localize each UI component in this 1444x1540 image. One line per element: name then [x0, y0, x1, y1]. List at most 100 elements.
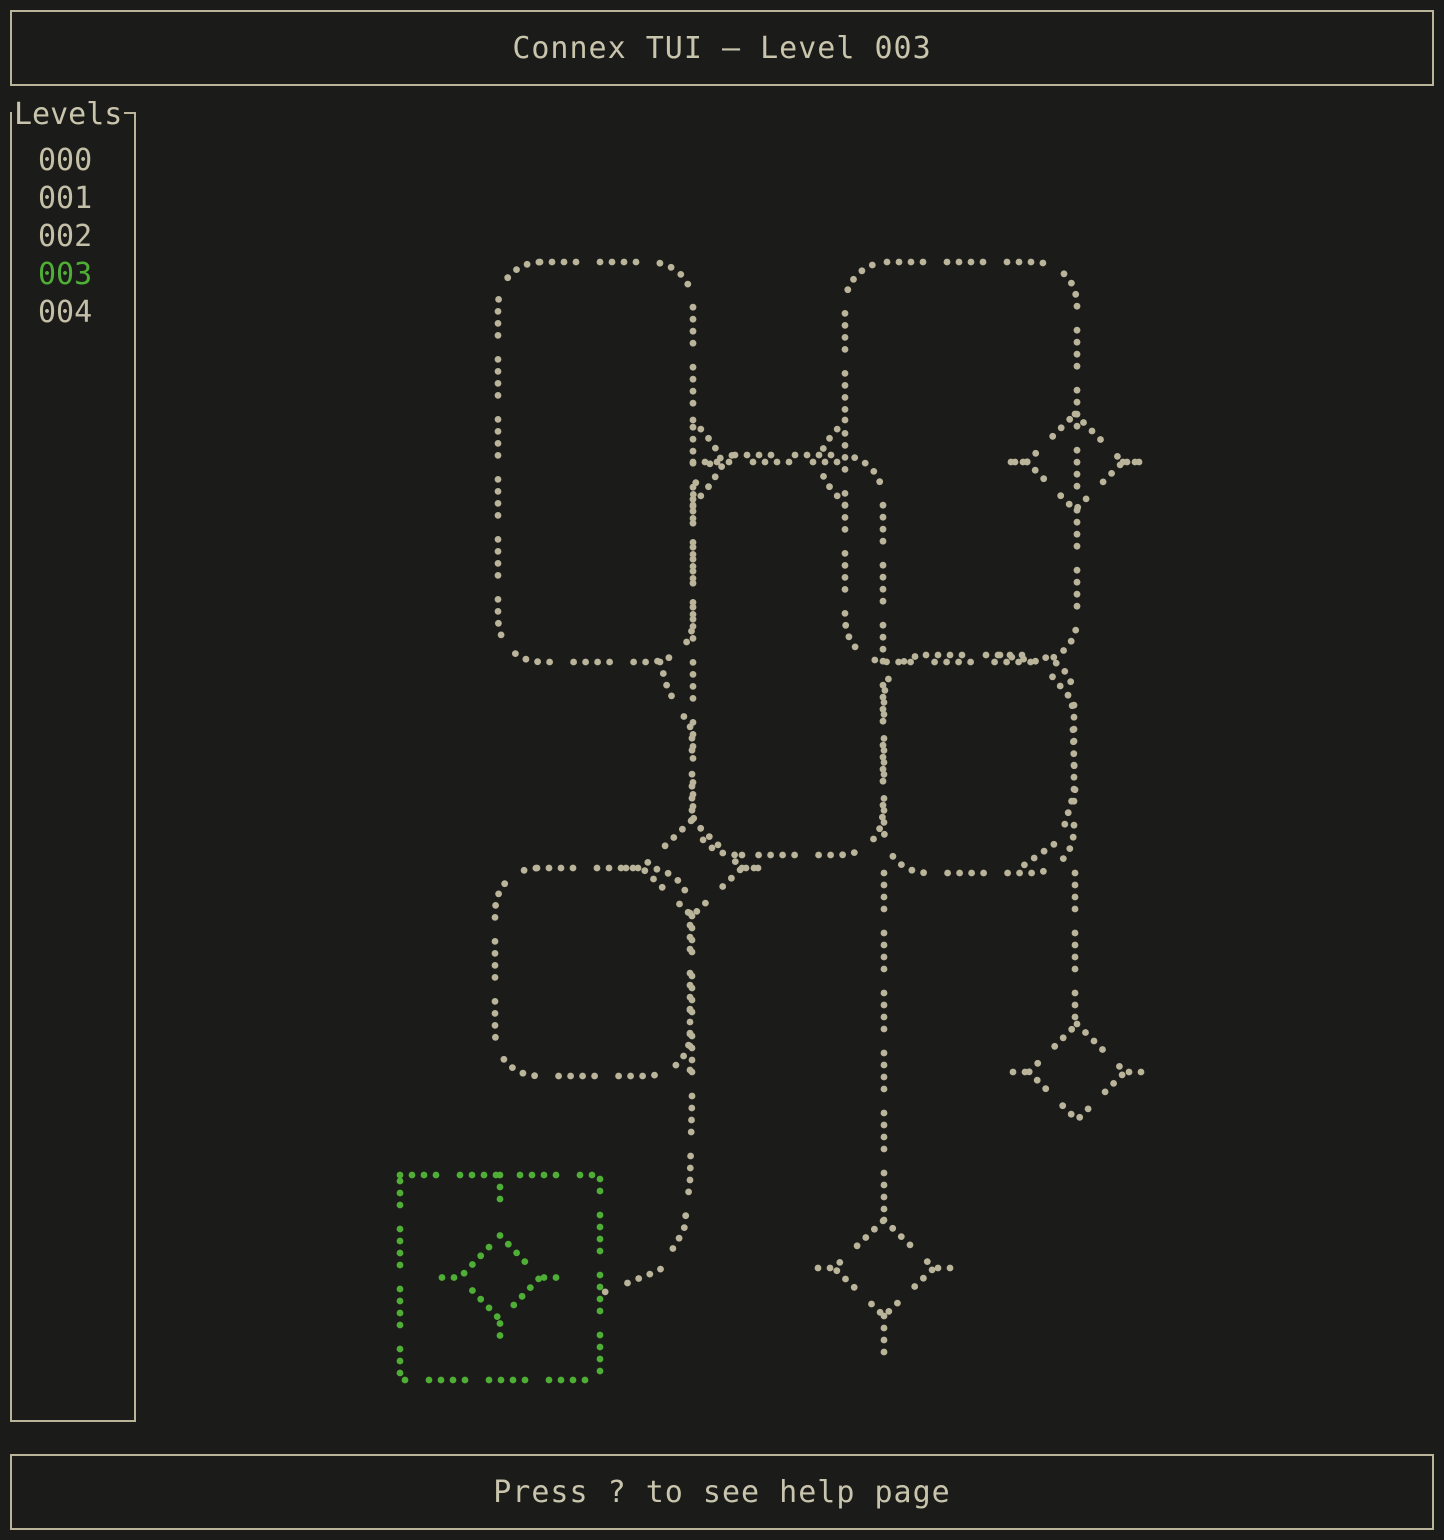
graph-node-n10-box: [540, 1171, 548, 1179]
level-item-003[interactable]: 003: [10, 256, 136, 294]
graph-node-n4: [689, 659, 697, 666]
graph-node-n9: [879, 1217, 887, 1225]
graph-edge-3: [688, 770, 696, 778]
graph-node-n9: [889, 1224, 897, 1232]
graph-node-n7: [880, 795, 888, 802]
graph-node-n10-box: [596, 1307, 604, 1315]
graph-node-n2: [1073, 530, 1081, 538]
graph-node-n10-box: [437, 1376, 445, 1384]
graph-edge-8: [880, 905, 888, 913]
graph-node-n10-diamond: [496, 1232, 504, 1239]
graph-node-n2: [1015, 258, 1023, 266]
graph-edge-10: [685, 1188, 692, 1196]
graph-node-n2: [845, 633, 853, 641]
graph-svg: [396, 258, 1145, 1384]
level-item-002[interactable]: 002: [10, 218, 136, 256]
graph-node-n10-box: [396, 1285, 404, 1293]
levels-list[interactable]: 000 001 002 003 004: [10, 142, 136, 332]
graph-node-n4: [689, 563, 697, 570]
graph-node-n1: [677, 271, 685, 278]
graph-node-n10-box: [456, 1171, 464, 1179]
graph-node-n6: [491, 962, 499, 969]
level-item-000[interactable]: 000: [10, 142, 136, 180]
level-item-001[interactable]: 001: [10, 180, 136, 218]
graph-node-n7: [1042, 654, 1050, 661]
graph-node-n8: [1076, 1113, 1084, 1121]
graph-node-n7: [1066, 845, 1074, 852]
graph-edge-8: [880, 1145, 888, 1153]
graph-node-n7: [908, 866, 916, 874]
graph-node-n8: [1101, 1088, 1109, 1096]
graph-edge-9: [880, 1348, 888, 1356]
graph-node-n4: [755, 851, 762, 859]
graph-edge-4: [738, 851, 746, 859]
graph-edge-8: [880, 1013, 888, 1021]
graph-node-n10-stub-left: [450, 1274, 458, 1281]
graph-node-n2: [841, 442, 849, 449]
graph-node-n10-diamond: [477, 1295, 485, 1303]
graph-node-n10-box: [596, 1295, 604, 1303]
footer-bar: Press ? to see help page: [10, 1454, 1434, 1530]
graph-node-n2: [955, 258, 963, 266]
graph-node-n4: [803, 451, 811, 459]
graph-node-n10-box: [588, 1171, 596, 1179]
graph-node-n9: [842, 1275, 849, 1283]
graph-node-n1: [689, 303, 697, 311]
graph-node-n1: [494, 536, 502, 543]
graph-node-n4: [767, 451, 775, 459]
graph-edge-8: [880, 989, 888, 997]
graph-node-n7: [1070, 713, 1078, 721]
graph-edge-10: [687, 1128, 695, 1136]
graph-node-n7: [880, 759, 888, 766]
graph-node-n1: [494, 380, 502, 387]
graph-node-n1: [494, 368, 502, 375]
graph-node-n4: [689, 779, 697, 786]
graph-canvas[interactable]: [140, 92, 1434, 1444]
graph-node-n10-box: [596, 1283, 604, 1291]
graph-node-n2: [841, 370, 849, 377]
graph-node-n1: [689, 315, 697, 323]
graph-node-n9: [906, 1241, 914, 1249]
graph-node-n5: [644, 859, 652, 866]
graph-node-n6: [664, 869, 672, 877]
graph-node-n2: [1073, 542, 1081, 550]
graph-node-n1: [654, 657, 661, 665]
graph-edge-8: [880, 965, 888, 973]
graph-node-n10-stub-right: [552, 1274, 560, 1281]
graph-node-n6: [491, 974, 499, 981]
graph-node-n4: [879, 561, 887, 569]
graph-node-n1: [572, 258, 580, 266]
graph-node-n4: [850, 849, 858, 856]
graph-node-n4: [689, 515, 697, 522]
graph-node-n1: [494, 332, 502, 339]
graph-node-n6: [492, 1033, 499, 1041]
graph-node-n10-stub-left: [438, 1274, 446, 1281]
graph-node-n10-box: [461, 1376, 469, 1384]
graph-node-n7: [968, 869, 975, 877]
graph-node-n7: [956, 869, 963, 877]
graph-edge-6: [1050, 840, 1058, 848]
graph-node-n4: [689, 731, 697, 738]
graph-node-n6: [639, 1072, 646, 1080]
graph-node-n6: [532, 864, 540, 872]
graph-edge-10: [688, 1092, 696, 1100]
graph-junction-3: [833, 492, 841, 500]
graph-node-n4: [708, 844, 716, 852]
graph-node-n4: [879, 777, 887, 785]
graph-node-n9: [871, 1225, 878, 1233]
graph-node-n9: [928, 1266, 936, 1274]
graph-node-n4: [879, 621, 887, 629]
graph-node-n7: [1070, 761, 1078, 769]
graph-edge-8: [880, 953, 888, 961]
graph-node-n7: [1070, 725, 1078, 733]
graph-node-n1: [689, 375, 697, 383]
graph-edge-0: [761, 458, 769, 466]
graph-node-n10-diamond: [485, 1304, 493, 1312]
graph-node-n7: [1070, 797, 1078, 805]
graph-node-n6: [495, 890, 502, 898]
graph-node-n9-stub-left: [814, 1264, 822, 1272]
level-item-004[interactable]: 004: [10, 294, 136, 332]
graph-node-n2: [841, 526, 849, 533]
graph-edge-7: [1071, 941, 1079, 949]
graph-node-n4: [689, 491, 697, 498]
